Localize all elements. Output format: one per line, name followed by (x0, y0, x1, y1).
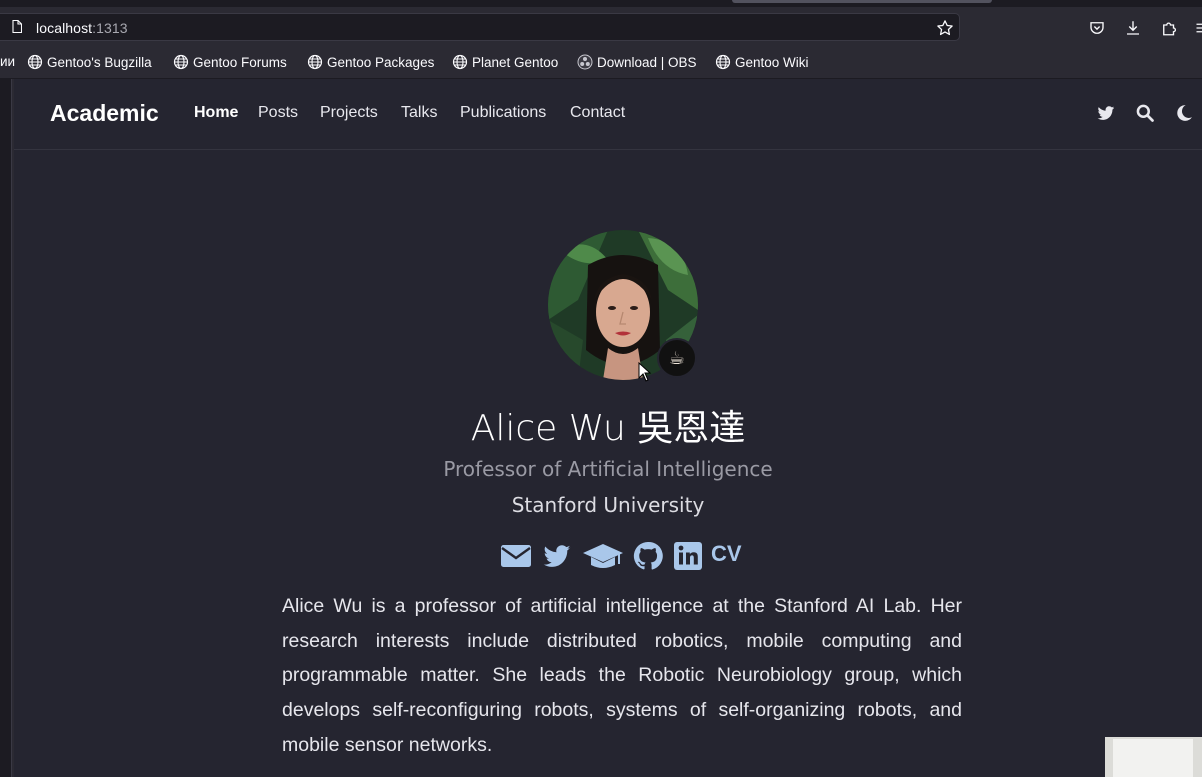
page-icon (12, 20, 22, 33)
active-tab-indicator[interactable] (732, 0, 992, 3)
bookmark-gentoo-forums[interactable]: Gentoo Forums (173, 54, 287, 70)
moon-icon[interactable] (1174, 103, 1194, 123)
globe-icon (452, 54, 468, 70)
nav-posts[interactable]: Posts (258, 104, 298, 122)
bookmark-download-obs[interactable]: Download | OBS (577, 54, 697, 70)
globe-icon (307, 54, 323, 70)
bookmarks-bar: ии Gentoo's Bugzilla Gentoo Forums Gento… (0, 49, 1202, 79)
bookmark-label: Planet Gentoo (472, 54, 559, 70)
nav-home[interactable]: Home (194, 104, 238, 122)
nav-projects[interactable]: Projects (320, 104, 378, 122)
search-icon[interactable] (1135, 103, 1155, 123)
extensions-icon[interactable] (1160, 19, 1178, 37)
profile-role: Professor of Artificial Intelligence (443, 457, 773, 481)
bookmark-gentoo-wiki[interactable]: Gentoo Wiki (715, 54, 809, 70)
globe-icon (27, 54, 43, 70)
globe-icon (715, 54, 731, 70)
toolbar: localhost:1313 (0, 7, 1202, 49)
bookmark-label: Download | OBS (597, 54, 697, 70)
bookmark-star-icon[interactable] (936, 19, 954, 37)
graduation-cap-icon[interactable] (582, 540, 624, 572)
status-emoji-badge[interactable]: ☕ (657, 338, 697, 378)
bookmark-gentoo-bugzilla[interactable]: Gentoo's Bugzilla (27, 54, 152, 70)
nav-contact[interactable]: Contact (570, 104, 625, 122)
bookmark-label: Gentoo Forums (193, 54, 287, 70)
status-emoji: ☕ (668, 347, 686, 369)
bookmark-label: Gentoo's Bugzilla (47, 54, 152, 70)
tab-strip (0, 0, 1202, 7)
download-icon[interactable] (1124, 19, 1142, 37)
overlay-thumbnail-inner (1113, 739, 1193, 777)
url-port: :1313 (92, 20, 128, 36)
bookmark-truncated[interactable]: ии (0, 54, 15, 69)
profile-organization[interactable]: Stanford University (14, 493, 1202, 517)
bookmark-label: Gentoo Wiki (735, 54, 809, 70)
globe-icon (173, 54, 189, 70)
pocket-icon[interactable] (1088, 19, 1106, 37)
overlay-thumbnail (1105, 737, 1202, 777)
site-navbar: Academic Home Posts Projects Talks Publi… (14, 79, 1202, 150)
adjacent-pane-edge (0, 79, 12, 777)
envelope-icon[interactable] (500, 540, 532, 572)
url-bar[interactable]: localhost:1313 (0, 13, 960, 41)
menu-icon[interactable] (1194, 19, 1202, 37)
url-text[interactable]: localhost:1313 (36, 20, 128, 36)
github-icon[interactable] (632, 540, 664, 572)
nav-talks[interactable]: Talks (401, 104, 437, 122)
bookmark-label: Gentoo Packages (327, 54, 435, 70)
website: Academic Home Posts Projects Talks Publi… (14, 79, 1202, 777)
twitter-icon[interactable] (1096, 103, 1116, 123)
profile-bio: Alice Wu is a professor of artificial in… (282, 595, 962, 756)
obs-icon (577, 54, 593, 70)
site-brand[interactable]: Academic (50, 100, 159, 127)
bookmark-gentoo-packages[interactable]: Gentoo Packages (307, 54, 434, 70)
twitter-icon[interactable] (541, 540, 573, 572)
profile-name: Alice Wu 吳恩達 (470, 408, 746, 449)
cv-link[interactable]: CV (711, 541, 742, 567)
mouse-cursor-icon (638, 362, 652, 382)
url-host: localhost (36, 20, 93, 36)
bookmark-planet-gentoo[interactable]: Planet Gentoo (452, 54, 558, 70)
nav-publications[interactable]: Publications (460, 104, 546, 122)
linkedin-icon[interactable] (673, 540, 703, 572)
